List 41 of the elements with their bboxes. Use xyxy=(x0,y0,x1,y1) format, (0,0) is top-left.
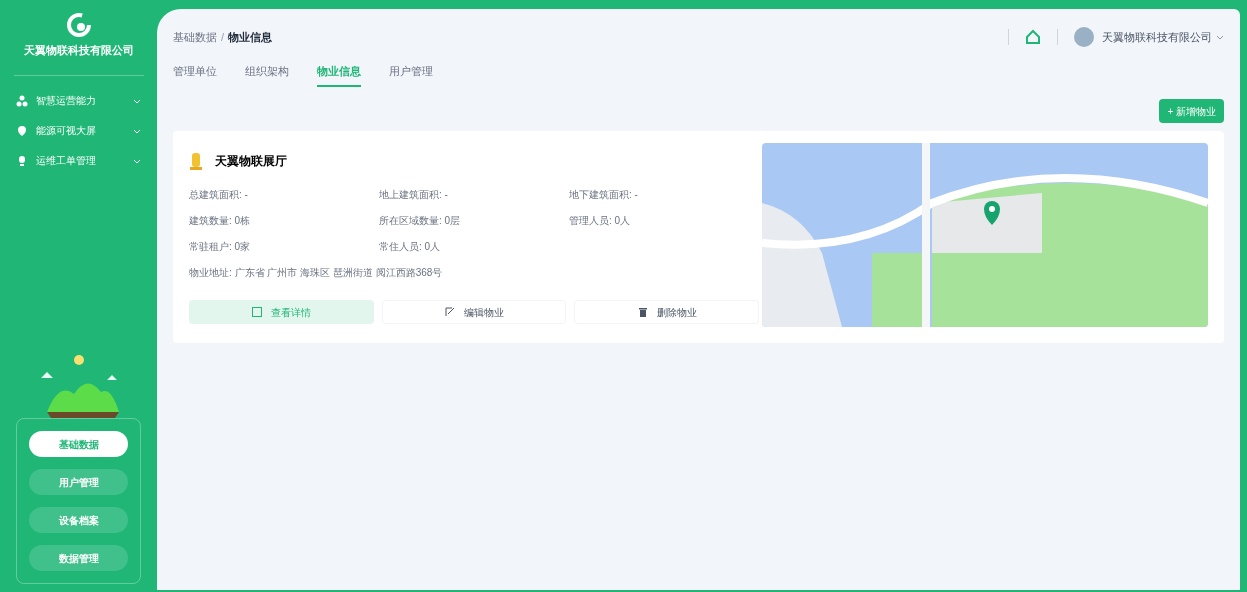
tab[interactable]: 用户管理 xyxy=(389,57,433,87)
location-pin-icon xyxy=(16,124,28,137)
property-field: 所在区域数量: 0层 xyxy=(379,213,569,228)
tab[interactable]: 物业信息 xyxy=(317,57,361,87)
module-button[interactable]: 用户管理 xyxy=(29,469,128,495)
menu-item[interactable]: 运维工单管理 xyxy=(36,153,125,168)
property-field: 地下建筑面积: - xyxy=(569,187,759,202)
home-icon[interactable] xyxy=(1025,29,1041,45)
trash-icon xyxy=(636,306,649,318)
nodes-icon xyxy=(16,94,28,107)
property-field: 总建筑面积: - xyxy=(189,187,379,202)
company-name: 天翼物联科技有限公司 xyxy=(13,42,144,76)
menu-item[interactable]: 能源可视大屏 xyxy=(36,123,125,138)
breadcrumb-separator: / xyxy=(221,29,225,45)
property-field: 建筑数量: 0栋 xyxy=(189,213,379,228)
trophy-icon xyxy=(189,151,203,171)
property-action-button[interactable]: 编辑物业 xyxy=(381,300,567,324)
view-icon xyxy=(251,306,264,318)
module-button[interactable]: 数据管理 xyxy=(29,545,128,571)
breadcrumb-item: 物业信息 xyxy=(228,29,273,45)
property-action-button[interactable]: 删除物业 xyxy=(574,300,759,324)
edit-icon xyxy=(444,306,456,318)
breadcrumb-item[interactable]: 基础数据 xyxy=(173,28,217,46)
user-name[interactable]: 天翼物联科技有限公司 xyxy=(1102,28,1212,46)
property-field: 常住人员: 0人 xyxy=(379,239,569,254)
tab[interactable]: 管理单位 xyxy=(173,57,217,87)
avatar[interactable] xyxy=(1074,27,1094,47)
module-button[interactable]: 设备档案 xyxy=(29,507,128,533)
property-action-button[interactable]: 查看详情 xyxy=(189,300,374,324)
property-field: 常驻租户: 0家 xyxy=(189,239,379,254)
logo-icon xyxy=(65,12,92,38)
property-field: 管理人员: 0人 xyxy=(569,213,759,228)
property-field: 地上建筑面积: - xyxy=(379,187,569,202)
add-property-button[interactable]: + 新增物业 xyxy=(1159,99,1224,123)
dropdown-caret-icon[interactable] xyxy=(1216,33,1224,41)
property-address: 物业地址: 广东省 广州市 海珠区 琶洲街道 阅江西路368号 xyxy=(189,266,444,280)
property-name: 天翼物联展厅 xyxy=(215,153,287,170)
module-button[interactable]: 基础数据 xyxy=(29,431,128,457)
bulb-icon xyxy=(16,154,28,167)
tab[interactable]: 组织架构 xyxy=(245,57,289,87)
menu-item[interactable]: 智慧运营能力 xyxy=(36,93,125,108)
